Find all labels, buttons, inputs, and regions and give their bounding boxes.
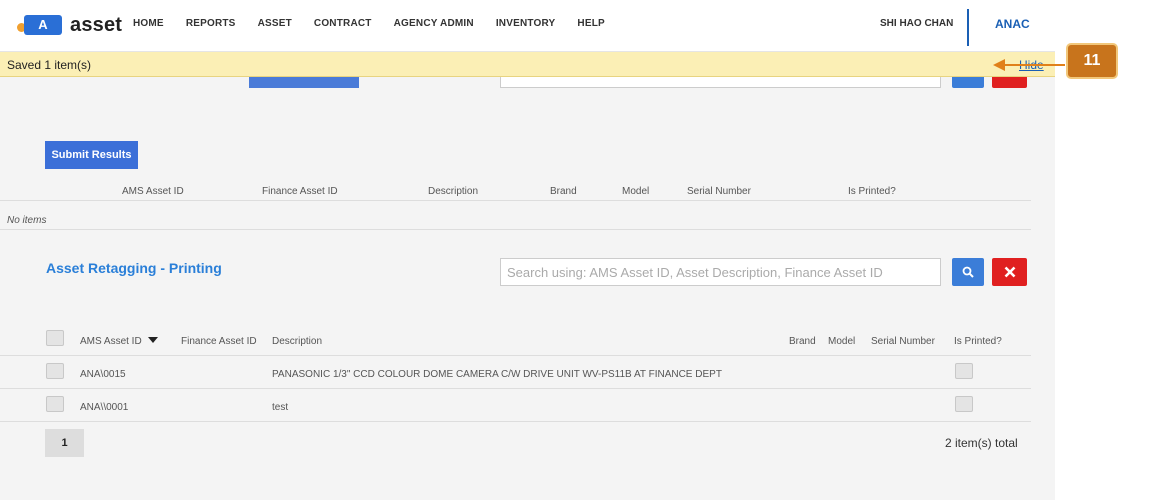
column-header-description[interactable]: Description bbox=[428, 186, 478, 197]
column-header-brand[interactable]: Brand bbox=[789, 336, 816, 347]
nav-item-inventory[interactable]: INVENTORY bbox=[496, 18, 556, 29]
nav-item-contract[interactable]: CONTRACT bbox=[314, 18, 372, 29]
column-header-label: AMS Asset ID bbox=[80, 336, 142, 347]
column-header-model[interactable]: Model bbox=[828, 336, 855, 347]
row-select-checkbox[interactable] bbox=[46, 396, 64, 412]
app-logo[interactable]: A asset bbox=[17, 13, 122, 37]
partial-clear-button[interactable] bbox=[992, 77, 1027, 88]
top-navbar: A asset HOME REPORTS ASSET CONTRACT AGEN… bbox=[0, 0, 1055, 52]
search-button[interactable] bbox=[952, 258, 984, 286]
user-divider bbox=[967, 9, 969, 46]
nav-item-reports[interactable]: REPORTS bbox=[186, 18, 236, 29]
cell-ams-asset-id: ANA\\0001 bbox=[80, 402, 129, 413]
close-icon bbox=[1004, 266, 1015, 278]
nav-item-agency-admin[interactable]: AGENCY ADMIN bbox=[394, 18, 474, 29]
no-items-text: No items bbox=[7, 215, 47, 226]
cell-description: PANASONIC 1/3" CCD COLOUR DOME CAMERA C/… bbox=[272, 369, 722, 380]
cell-ams-asset-id: ANA\0015 bbox=[80, 369, 126, 380]
logo-text: asset bbox=[70, 13, 123, 36]
section-title-printing: Asset Retagging - Printing bbox=[46, 260, 222, 276]
clear-search-button[interactable] bbox=[992, 258, 1027, 286]
column-header-is-printed[interactable]: Is Printed? bbox=[954, 336, 1002, 347]
partial-search-input[interactable] bbox=[500, 77, 941, 88]
user-name[interactable]: SHI HAO CHAN bbox=[880, 18, 953, 29]
column-header-finance-asset-id[interactable]: Finance Asset ID bbox=[262, 186, 338, 197]
banner-message: Saved 1 item(s) bbox=[7, 58, 92, 72]
column-header-serial-number[interactable]: Serial Number bbox=[687, 186, 751, 197]
upper-table-header: AMS Asset ID Finance Asset ID Descriptio… bbox=[0, 177, 1031, 201]
nav-item-asset[interactable]: ASSET bbox=[258, 18, 292, 29]
agency-code[interactable]: ANAC bbox=[995, 17, 1030, 31]
column-header-model[interactable]: Model bbox=[622, 186, 649, 197]
row-select-checkbox[interactable] bbox=[46, 363, 64, 379]
column-header-serial-number[interactable]: Serial Number bbox=[871, 336, 935, 347]
saved-notification-banner: Saved 1 item(s) Hide bbox=[0, 52, 1055, 77]
table-row[interactable]: ANA\0015 PANASONIC 1/3" CCD COLOUR DOME … bbox=[0, 356, 1031, 389]
printing-table-header: AMS Asset ID Finance Asset ID Descriptio… bbox=[0, 323, 1031, 356]
callout-arrow-icon bbox=[993, 59, 1005, 71]
logo-badge-letter: A bbox=[24, 15, 62, 35]
column-header-ams-asset-id-sorted[interactable]: AMS Asset ID bbox=[80, 336, 158, 347]
nav-item-home[interactable]: HOME bbox=[133, 18, 164, 29]
search-icon bbox=[962, 266, 974, 278]
partial-search-button[interactable] bbox=[952, 77, 984, 88]
cell-description: test bbox=[272, 402, 289, 413]
page-button-1[interactable]: 1 bbox=[45, 429, 84, 457]
logo-badge: A bbox=[17, 14, 63, 36]
main-content: Submit Results AMS Asset ID Finance Asse… bbox=[0, 77, 1055, 500]
callout-line bbox=[1005, 64, 1065, 66]
search-input[interactable] bbox=[500, 258, 941, 286]
column-header-ams-asset-id[interactable]: AMS Asset ID bbox=[122, 186, 184, 197]
column-header-is-printed[interactable]: Is Printed? bbox=[848, 186, 896, 197]
items-total: 2 item(s) total bbox=[945, 436, 1018, 450]
column-header-finance-asset-id[interactable]: Finance Asset ID bbox=[181, 336, 257, 347]
column-header-brand[interactable]: Brand bbox=[550, 186, 577, 197]
callout-badge: 11 bbox=[1066, 43, 1118, 79]
is-printed-checkbox[interactable] bbox=[955, 396, 973, 412]
select-all-checkbox[interactable] bbox=[46, 330, 64, 346]
table-row[interactable]: ANA\\0001 test bbox=[0, 389, 1031, 422]
is-printed-checkbox[interactable] bbox=[955, 363, 973, 379]
submit-results-button[interactable]: Submit Results bbox=[45, 141, 138, 169]
empty-table-row: No items bbox=[0, 201, 1031, 230]
column-header-description[interactable]: Description bbox=[272, 336, 322, 347]
main-nav: HOME REPORTS ASSET CONTRACT AGENCY ADMIN… bbox=[133, 18, 627, 29]
nav-item-help[interactable]: HELP bbox=[577, 18, 604, 29]
sort-desc-icon bbox=[147, 337, 158, 343]
partial-button[interactable] bbox=[249, 77, 359, 88]
